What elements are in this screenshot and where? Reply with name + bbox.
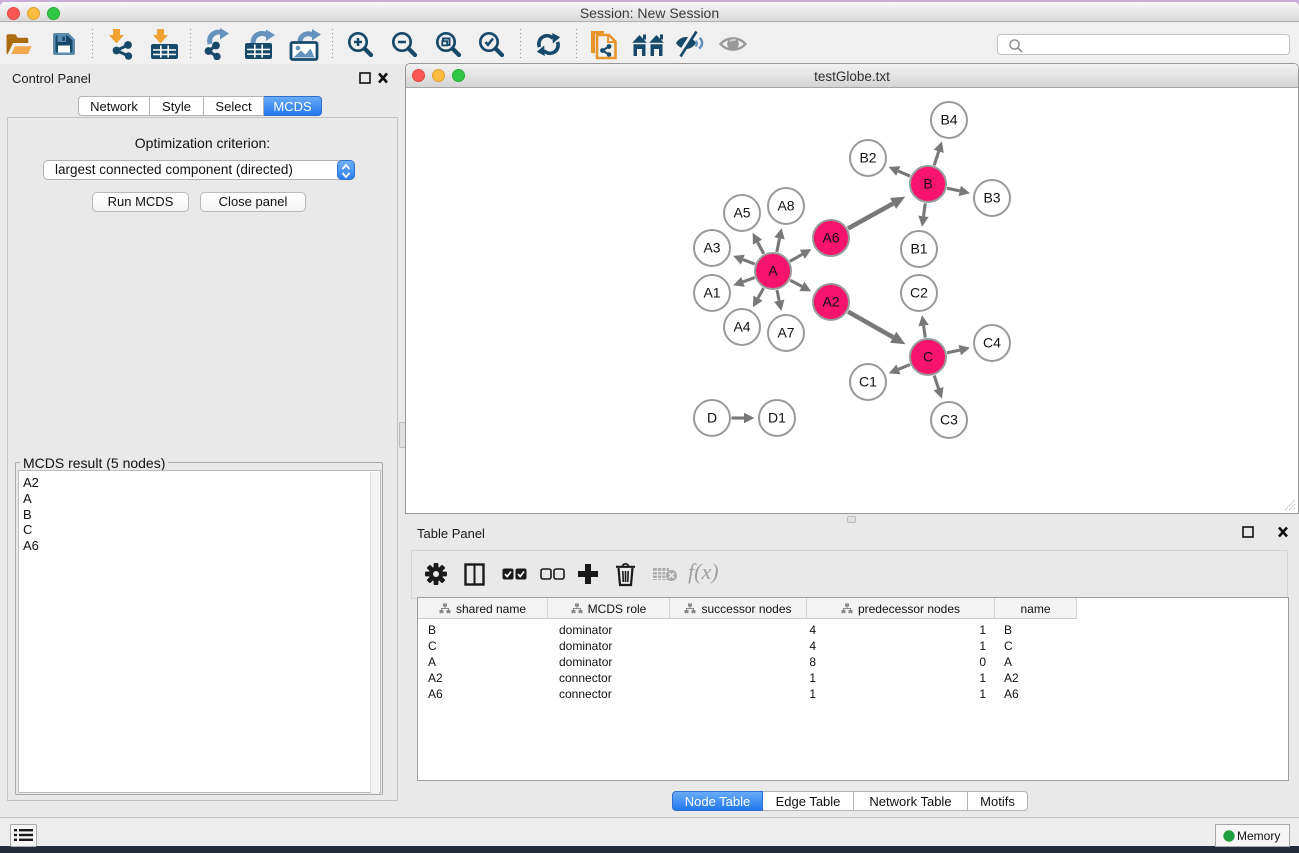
svg-text:B3: B3	[983, 190, 1000, 206]
svg-text:A8: A8	[777, 198, 794, 214]
svg-text:A2: A2	[822, 294, 839, 310]
svg-text:A5: A5	[733, 205, 750, 221]
svg-text:A3: A3	[703, 240, 720, 256]
svg-text:A1: A1	[703, 285, 720, 301]
svg-text:A6: A6	[822, 230, 839, 246]
svg-text:C4: C4	[983, 335, 1001, 351]
svg-text:C1: C1	[859, 374, 877, 390]
svg-text:B1: B1	[910, 241, 927, 257]
svg-text:C: C	[923, 349, 933, 365]
svg-text:A7: A7	[777, 325, 794, 341]
svg-text:A: A	[768, 263, 778, 279]
svg-text:D1: D1	[768, 410, 786, 426]
svg-text:D: D	[707, 410, 717, 426]
svg-text:C3: C3	[940, 412, 958, 428]
svg-text:B: B	[923, 176, 932, 192]
svg-text:B2: B2	[859, 150, 876, 166]
svg-text:C2: C2	[910, 285, 928, 301]
svg-text:A4: A4	[733, 319, 750, 335]
svg-text:B4: B4	[940, 112, 957, 128]
